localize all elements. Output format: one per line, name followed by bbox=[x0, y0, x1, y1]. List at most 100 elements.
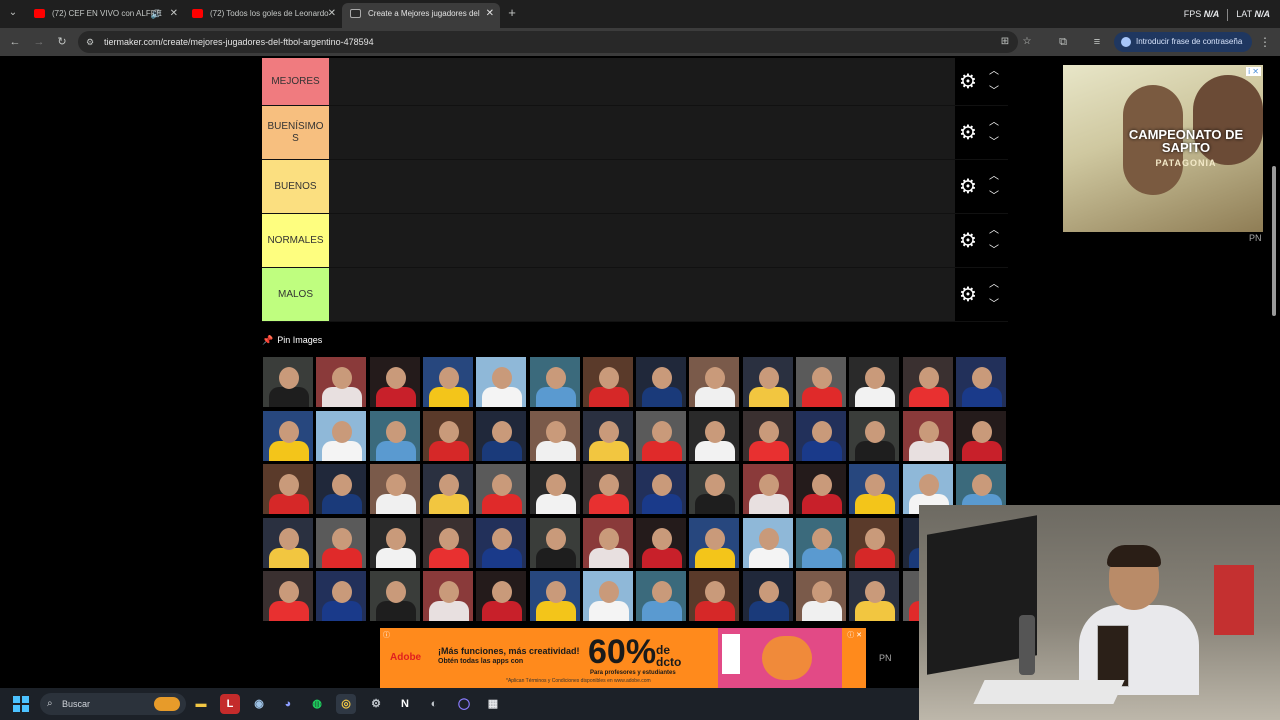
player-image[interactable] bbox=[528, 409, 581, 462]
player-image[interactable] bbox=[315, 570, 368, 622]
tier-settings-gear-icon[interactable]: ⚙ bbox=[957, 71, 979, 93]
player-image[interactable] bbox=[581, 570, 634, 622]
player-image[interactable] bbox=[635, 570, 688, 622]
player-image[interactable] bbox=[795, 516, 847, 569]
player-image[interactable] bbox=[688, 463, 741, 515]
player-image[interactable] bbox=[262, 516, 314, 569]
player-image[interactable] bbox=[581, 409, 634, 462]
move-tier-down-icon[interactable]: ﹀ bbox=[987, 245, 1001, 257]
player-image[interactable] bbox=[315, 356, 368, 408]
player-image[interactable] bbox=[528, 463, 581, 515]
reading-list-icon[interactable]: ≡ bbox=[1088, 33, 1106, 51]
spotify-icon[interactable]: ◍ bbox=[307, 694, 327, 714]
site-info-icon[interactable]: ⚙ bbox=[86, 36, 98, 48]
player-image[interactable] bbox=[635, 356, 688, 408]
passphrase-button[interactable]: Introducir frase de contraseña bbox=[1114, 32, 1252, 52]
player-image[interactable] bbox=[581, 356, 634, 408]
windows-start-icon[interactable] bbox=[13, 696, 29, 712]
player-image[interactable] bbox=[848, 409, 901, 462]
tier-settings-gear-icon[interactable]: ⚙ bbox=[957, 122, 979, 144]
player-image[interactable] bbox=[741, 356, 794, 408]
ad-info-icon[interactable]: ⓘ bbox=[383, 630, 390, 640]
player-image[interactable] bbox=[795, 356, 847, 408]
tier-drop-zone[interactable] bbox=[329, 160, 955, 213]
extensions-icon[interactable]: ⧉ bbox=[1054, 33, 1072, 51]
tier-drop-zone[interactable] bbox=[329, 214, 955, 267]
tier-label[interactable]: BUENOS bbox=[262, 160, 329, 213]
player-image[interactable] bbox=[528, 570, 581, 622]
store-icon[interactable]: ▦ bbox=[483, 694, 503, 714]
player-image[interactable] bbox=[315, 409, 368, 462]
player-image[interactable] bbox=[581, 516, 634, 569]
tab-search-chevron-icon[interactable]: ⌄ bbox=[4, 4, 22, 22]
new-tab-button[interactable]: + bbox=[505, 4, 519, 22]
player-image[interactable] bbox=[368, 463, 421, 515]
player-image[interactable] bbox=[741, 570, 794, 622]
player-image[interactable] bbox=[421, 356, 474, 408]
player-image[interactable] bbox=[635, 463, 688, 515]
notion-icon[interactable]: N bbox=[395, 694, 415, 714]
bookmark-star-icon[interactable]: ☆ bbox=[1020, 35, 1034, 49]
player-image[interactable] bbox=[688, 409, 741, 462]
player-image[interactable] bbox=[741, 463, 794, 515]
ad-banner-right[interactable]: CAMPEONATO DE SAPITO PATAGONIA i ✕ bbox=[1063, 65, 1263, 232]
move-tier-up-icon[interactable]: ︿ bbox=[987, 225, 1001, 237]
player-image[interactable] bbox=[368, 516, 421, 569]
ad-banner-bottom[interactable]: ⓘ Adobe ¡Más funciones, más creatividad!… bbox=[380, 628, 866, 688]
player-image[interactable] bbox=[954, 356, 1007, 408]
player-image[interactable] bbox=[421, 409, 474, 462]
tab-todos-los-goles[interactable]: (72) Todos los goles de Leonardo ✕ bbox=[184, 3, 342, 25]
tier-settings-gear-icon[interactable]: ⚙ bbox=[957, 284, 979, 306]
address-bar[interactable]: ⚙ tiermaker.com/create/mejores-jugadores… bbox=[78, 31, 1031, 53]
player-image[interactable] bbox=[954, 409, 1007, 462]
move-tier-down-icon[interactable]: ﹀ bbox=[987, 86, 1001, 98]
tier-settings-gear-icon[interactable]: ⚙ bbox=[957, 230, 979, 252]
tier-settings-gear-icon[interactable]: ⚙ bbox=[957, 176, 979, 198]
menu-kebab-icon[interactable]: ⋮ bbox=[1258, 33, 1272, 51]
player-image[interactable] bbox=[688, 570, 741, 622]
chrome-icon[interactable]: ◎ bbox=[336, 694, 356, 714]
player-image[interactable] bbox=[368, 409, 421, 462]
close-tab-icon[interactable]: ✕ bbox=[328, 3, 336, 25]
move-tier-up-icon[interactable]: ︿ bbox=[987, 171, 1001, 183]
move-tier-up-icon[interactable]: ︿ bbox=[987, 117, 1001, 129]
player-image[interactable] bbox=[741, 516, 794, 569]
close-tab-icon[interactable]: ✕ bbox=[486, 3, 494, 25]
player-image[interactable] bbox=[901, 356, 954, 408]
ad-close-icon[interactable]: ⓘ ✕ bbox=[847, 630, 862, 640]
reload-icon[interactable]: ↻ bbox=[53, 33, 71, 51]
player-image[interactable] bbox=[475, 463, 528, 515]
taskbar-search[interactable]: ⌕ Buscar bbox=[40, 693, 186, 715]
move-tier-down-icon[interactable]: ﹀ bbox=[987, 137, 1001, 149]
player-image[interactable] bbox=[688, 516, 741, 569]
player-image[interactable] bbox=[528, 356, 581, 408]
scrollbar-thumb[interactable] bbox=[1272, 166, 1276, 316]
player-image[interactable] bbox=[581, 463, 634, 515]
move-tier-up-icon[interactable]: ︿ bbox=[987, 279, 1001, 291]
tier-drop-zone[interactable] bbox=[329, 106, 955, 159]
move-tier-down-icon[interactable]: ﹀ bbox=[987, 299, 1001, 311]
player-image[interactable] bbox=[475, 570, 528, 622]
player-image[interactable] bbox=[315, 463, 368, 515]
speaker-icon[interactable]: 🔊 bbox=[151, 3, 162, 25]
move-tier-up-icon[interactable]: ︿ bbox=[987, 66, 1001, 78]
tab-cef-en-vivo[interactable]: (72) CEF EN VIVO con ALFRE 🔊 ✕ bbox=[26, 3, 184, 25]
settings-gear-icon[interactable]: ⚙ bbox=[366, 694, 386, 714]
github-icon[interactable]: ◐ bbox=[424, 694, 444, 714]
tier-drop-zone[interactable] bbox=[329, 268, 955, 321]
steam-icon[interactable]: ◉ bbox=[249, 694, 269, 714]
tier-label[interactable]: BUENÍSIMOS bbox=[262, 106, 329, 159]
player-image[interactable] bbox=[795, 570, 847, 622]
forward-arrow-icon[interactable]: → bbox=[30, 33, 48, 51]
tier-label[interactable]: MALOS bbox=[262, 268, 329, 321]
player-image[interactable] bbox=[848, 570, 901, 622]
tab-tiermaker[interactable]: Create a Mejores jugadores del ✕ bbox=[342, 3, 500, 28]
discord-icon[interactable]: ◕ bbox=[278, 694, 298, 714]
player-image[interactable] bbox=[741, 409, 794, 462]
tier-label[interactable]: MEJORES bbox=[262, 58, 329, 105]
player-image[interactable] bbox=[262, 570, 314, 622]
player-image[interactable] bbox=[795, 409, 847, 462]
player-image[interactable] bbox=[635, 516, 688, 569]
player-image[interactable] bbox=[315, 516, 368, 569]
player-image[interactable] bbox=[475, 516, 528, 569]
